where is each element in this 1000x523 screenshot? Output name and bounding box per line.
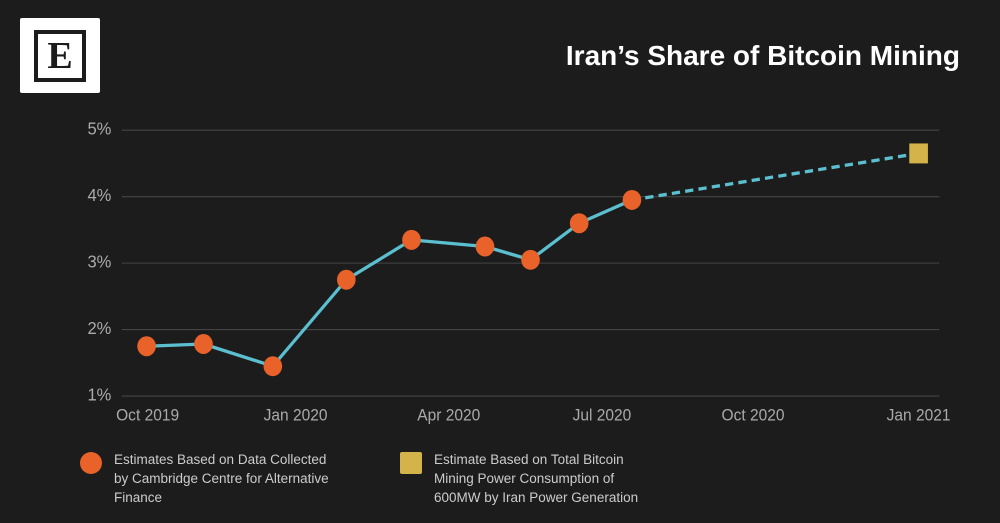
legend-orange-dot bbox=[80, 452, 102, 474]
data-point-orange bbox=[570, 213, 589, 233]
data-point-orange bbox=[264, 356, 283, 376]
svg-text:1%: 1% bbox=[87, 384, 111, 405]
svg-text:3%: 3% bbox=[87, 251, 111, 272]
logo-box: E bbox=[20, 18, 100, 93]
header: E Iran’s Share of Bitcoin Mining bbox=[0, 0, 1000, 98]
data-point-orange bbox=[337, 270, 356, 290]
chart-svg: 5% 4% 3% 2% 1% Oct 2019 Jan 2020 Apr 202… bbox=[70, 108, 960, 429]
svg-text:Oct 2020: Oct 2020 bbox=[722, 406, 785, 425]
svg-text:Apr 2020: Apr 2020 bbox=[417, 406, 480, 425]
legend-yellow-label: Estimate Based on Total Bitcoin Mining P… bbox=[434, 451, 660, 508]
data-point-orange bbox=[623, 190, 642, 210]
main-container: E Iran’s Share of Bitcoin Mining 5% 4% 3… bbox=[0, 0, 1000, 523]
data-point-orange bbox=[476, 237, 495, 257]
svg-text:5%: 5% bbox=[87, 118, 111, 139]
data-point-orange bbox=[402, 230, 421, 250]
svg-text:Oct 2019: Oct 2019 bbox=[116, 406, 179, 425]
legend-item-orange: Estimates Based on Data Collected by Cam… bbox=[80, 451, 340, 508]
logo-icon: E bbox=[34, 30, 86, 82]
legend-yellow-dot bbox=[400, 452, 422, 474]
legend: Estimates Based on Data Collected by Cam… bbox=[0, 439, 1000, 523]
data-point-orange bbox=[137, 336, 156, 356]
data-point-orange bbox=[194, 334, 213, 354]
svg-text:Jan 2021: Jan 2021 bbox=[887, 406, 951, 425]
legend-item-yellow: Estimate Based on Total Bitcoin Mining P… bbox=[400, 451, 660, 508]
svg-text:2%: 2% bbox=[87, 318, 111, 339]
svg-text:Jul 2020: Jul 2020 bbox=[573, 406, 632, 425]
chart-title: Iran’s Share of Bitcoin Mining bbox=[100, 40, 970, 72]
svg-text:4%: 4% bbox=[87, 185, 111, 206]
data-point-orange bbox=[521, 250, 540, 270]
chart-area: 5% 4% 3% 2% 1% Oct 2019 Jan 2020 Apr 202… bbox=[0, 98, 1000, 439]
svg-text:Jan 2020: Jan 2020 bbox=[264, 406, 328, 425]
legend-orange-label: Estimates Based on Data Collected by Cam… bbox=[114, 451, 340, 508]
data-point-yellow bbox=[909, 143, 928, 163]
